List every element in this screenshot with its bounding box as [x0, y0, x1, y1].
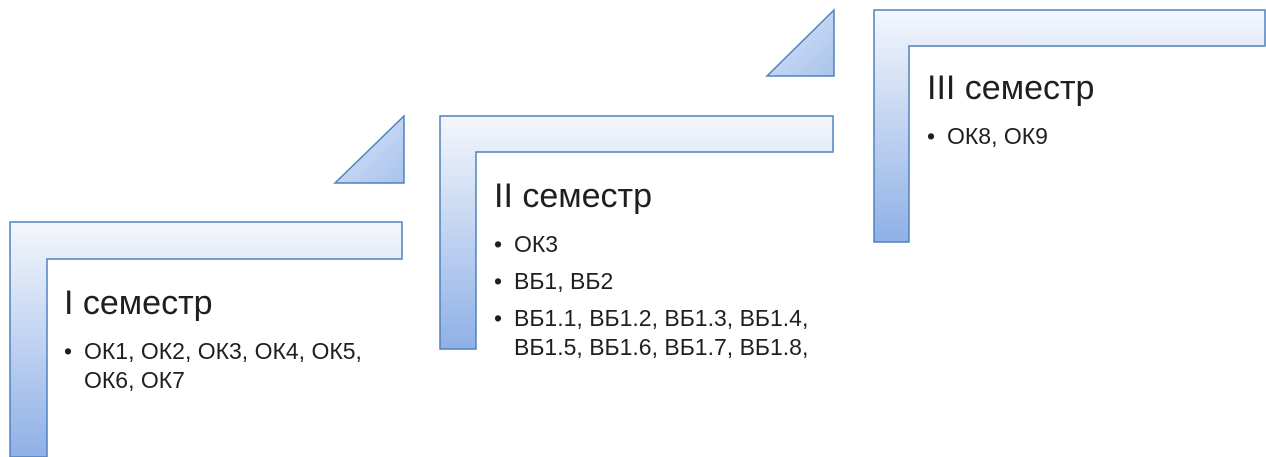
stage-3-list: • ОК8, ОК9 [927, 122, 1257, 151]
stage-2-title: II семестр [494, 177, 653, 215]
stage-2-item-3: ВБ1.1, ВБ1.2, ВБ1.3, ВБ1.4, ВБ1.5, ВБ1.6… [514, 305, 809, 360]
stage-2: II семестр • ОК3 • ВБ1, ВБ2 • ВБ1.1, ВБ1… [494, 176, 824, 370]
bullet-icon: • [494, 305, 503, 331]
bullet-icon: • [494, 268, 503, 294]
stage-1-list: • ОК1, ОК2, ОК3, ОК4, ОК5, ОК6, ОК7 [64, 337, 394, 395]
stage-3-item-1: ОК8, ОК9 [947, 123, 1048, 149]
list-item: • ВБ1.1, ВБ1.2, ВБ1.3, ВБ1.4, ВБ1.5, ВБ1… [494, 304, 824, 362]
stage-1-arrow-triangle [333, 114, 405, 184]
stage-1-title: I семестр [64, 284, 213, 322]
stage-1-item-1: ОК1, ОК2, ОК3, ОК4, ОК5, ОК6, ОК7 [84, 338, 362, 393]
list-item: • ВБ1, ВБ2 [494, 267, 824, 296]
stage-3: III семестр • ОК8, ОК9 [927, 68, 1257, 159]
list-item: • ОК3 [494, 230, 824, 259]
list-item: • ОК8, ОК9 [927, 122, 1257, 151]
stage-2-arrow-triangle [765, 8, 835, 77]
stage-2-list: • ОК3 • ВБ1, ВБ2 • ВБ1.1, ВБ1.2, ВБ1.3, … [494, 230, 824, 362]
stage-2-item-1: ОК3 [514, 231, 559, 257]
bullet-icon: • [927, 123, 936, 149]
list-item: • ОК1, ОК2, ОК3, ОК4, ОК5, ОК6, ОК7 [64, 337, 394, 395]
bullet-icon: • [494, 231, 503, 257]
stage-1: I семестр • ОК1, ОК2, ОК3, ОК4, ОК5, ОК6… [64, 283, 394, 403]
bullet-icon: • [64, 338, 73, 364]
stage-3-title: III семестр [927, 69, 1095, 107]
stage-2-item-2: ВБ1, ВБ2 [514, 268, 614, 294]
